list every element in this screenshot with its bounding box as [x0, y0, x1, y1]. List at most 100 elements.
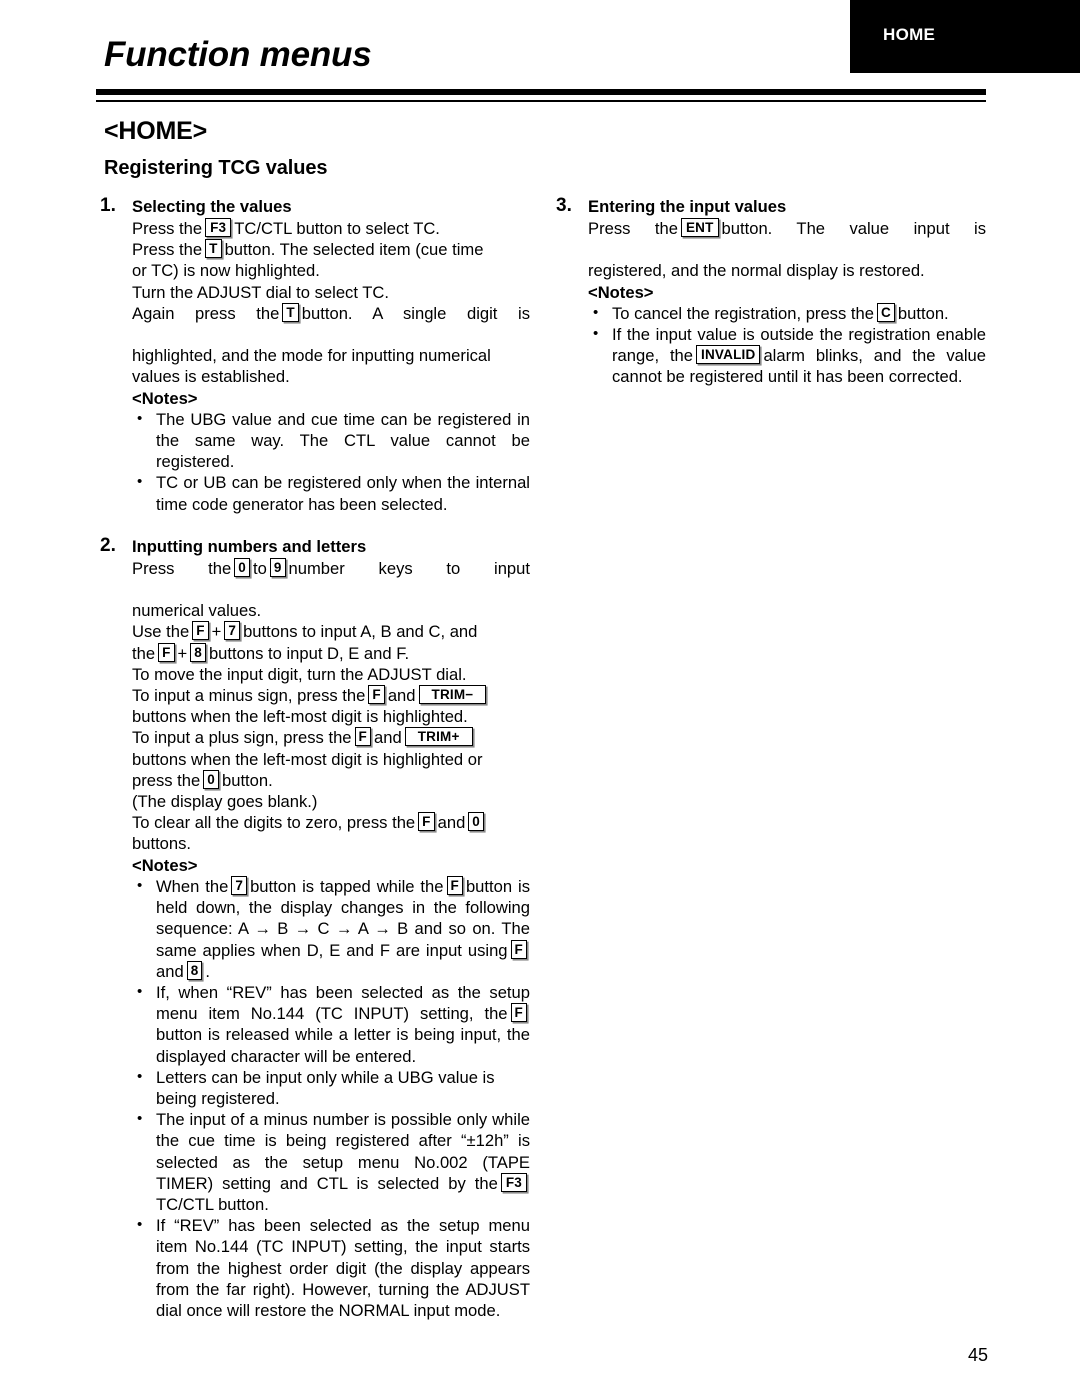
text-fragment: +	[177, 643, 188, 663]
step-1-line-7: values is established.	[132, 367, 290, 387]
page-title: Function menus	[104, 35, 372, 74]
step-2-line-3: Use the F +7 buttons to input A, B and C, a…	[132, 621, 530, 642]
step-2-line-7: buttons when the left-most digit is high…	[132, 707, 468, 727]
step-2-line-5: To move the input digit, turn the ADJUST…	[132, 664, 467, 684]
text-fragment: To clear all the digits to zero, press t…	[132, 813, 416, 833]
key-f: F	[510, 1003, 527, 1023]
bullet-icon: •	[593, 325, 599, 343]
step-1-line-4: Turn the ADJUST dial to select TC.	[132, 282, 389, 302]
text-fragment: button. The selected item (cue time	[224, 240, 484, 260]
note-text: and	[156, 961, 184, 981]
note-text: TC or UB can be registered only when the…	[156, 473, 530, 514]
note-item: • The UBG value and cue time can be regis…	[132, 409, 530, 473]
step-2-line-2: numerical values.	[132, 601, 262, 621]
header-rule-thick	[96, 89, 986, 95]
key-t: T	[205, 239, 222, 259]
note-item: • TC or UB can be registered only when th…	[132, 472, 530, 514]
step-2: 2. Inputting numbers and letters Press t…	[100, 534, 530, 1321]
step-1: 1. Selecting the values Press the F3 TC/CT…	[100, 195, 530, 515]
step-1-heading-text: Selecting the values	[132, 197, 292, 216]
note-item: • The input of a minus number is possible…	[132, 1109, 530, 1215]
bullet-icon: •	[137, 982, 143, 1000]
note-item: • When the 7 button is tapped while the Fbut…	[132, 875, 530, 982]
note-item: • If, when “REV” has been selected as the…	[132, 982, 530, 1067]
text-fragment: buttons to input A, B and C, and	[243, 622, 478, 642]
bullet-icon: •	[137, 409, 143, 427]
step-2-line-1: Press the 0 to 9 number keys to input	[132, 557, 530, 600]
step-2-line-11: (The display goes blank.)	[132, 792, 318, 812]
step-1-line-6: highlighted, and the mode for inputting …	[132, 346, 491, 366]
text-fragment: Press the	[132, 558, 232, 578]
bullet-icon: •	[137, 473, 143, 491]
bullet-icon: •	[593, 303, 599, 321]
key-ent: ENT	[680, 218, 719, 237]
bullet-icon: •	[137, 876, 143, 894]
step-1-number: 1.	[100, 195, 116, 216]
header-rule-thin	[96, 100, 986, 102]
step-2-notes: • When the 7 button is tapped while the Fbut…	[132, 875, 530, 1321]
key-8: 8	[186, 960, 203, 980]
note-text: button is released while a letter is bei…	[156, 1025, 530, 1066]
text-fragment: button. The value input is	[721, 219, 986, 238]
note-text: .	[205, 961, 211, 981]
key-f3: F3	[500, 1172, 527, 1192]
section-subtitle: Registering TCG values	[104, 157, 328, 179]
step-2-line-8: To input a plus sign, press the Fand TRIM+	[132, 727, 530, 748]
step-2-heading-text: Inputting numbers and letters	[132, 536, 367, 556]
key-f: F	[192, 621, 209, 641]
home-section-tab-label: HOME	[883, 25, 936, 44]
step-1-line-5: Again press the Tbutton. A single digit i…	[132, 302, 530, 345]
key-8: 8	[190, 642, 206, 662]
key-f: F	[368, 685, 385, 705]
key-f: F	[418, 812, 435, 832]
text-fragment: Press the	[588, 219, 678, 238]
text-fragment: Press the	[132, 219, 203, 238]
step-3-notes: • To cancel the registration, press the Cb…	[588, 302, 986, 388]
page-header: HOME Function menus	[0, 0, 1080, 102]
text-fragment: TC/CTL button to select TC.	[234, 219, 440, 238]
key-f3: F3	[205, 218, 232, 237]
text-fragment: and	[387, 686, 416, 706]
step-3-heading: 3. Entering the input values	[556, 195, 986, 218]
key-7: 7	[231, 875, 248, 895]
home-section-tab: HOME	[850, 0, 1080, 73]
step-2-line-4: the F +8 buttons to input D, E and F.	[132, 642, 530, 664]
note-text: The input of a minus number is possible …	[156, 1110, 530, 1193]
bullet-icon: •	[137, 1216, 143, 1234]
step-2-number: 2.	[100, 534, 116, 556]
key-7: 7	[224, 621, 241, 641]
note-text: To cancel the registration, press the	[612, 303, 874, 323]
key-f: F	[354, 727, 371, 747]
key-0: 0	[203, 769, 219, 789]
step-1-line-2: Press the Tbutton. The selected item (cue…	[132, 239, 530, 260]
key-9: 9	[269, 557, 286, 577]
note-item: • If the input value is outside the regis…	[588, 324, 986, 388]
text-fragment: Use the	[132, 622, 190, 642]
step-3-number: 3.	[556, 195, 572, 216]
notes-label: <Notes>	[588, 282, 654, 302]
key-f: F	[510, 939, 527, 959]
bullet-icon: •	[137, 1110, 143, 1128]
notes-label: <Notes>	[132, 855, 198, 875]
step-1-notes: • The UBG value and cue time can be regis…	[132, 409, 530, 515]
text-fragment: Again press the	[132, 303, 280, 323]
step-2-line-6: To input a minus sign, press the Fand TRIM…	[132, 685, 530, 706]
text-fragment: Press the	[132, 240, 203, 260]
note-text: If “REV” has been selected as the setup …	[156, 1216, 530, 1320]
key-t: T	[282, 302, 299, 322]
page-number: 45	[967, 1345, 988, 1365]
text-fragment: To input a plus sign, press the	[132, 728, 352, 748]
note-text: If, when “REV” has been selected as the …	[156, 982, 530, 1024]
note-item: • To cancel the registration, press the Cb…	[588, 302, 986, 324]
notes-label: <Notes>	[132, 388, 198, 408]
key-f: F	[158, 642, 175, 662]
step-2-line-10: press the 0 button.	[132, 769, 530, 791]
note-item: • Letters can be input only while a UBG v…	[132, 1067, 530, 1109]
note-text: When the	[156, 876, 229, 896]
step-2-heading: 2. Inputting numbers and letters	[100, 534, 530, 558]
step-1-line-1: Press the F3 TC/CTL button to select TC.	[132, 218, 530, 239]
step-3-line-1: Press the ENT button. The value input is	[588, 218, 986, 260]
text-fragment: to	[252, 558, 267, 578]
note-text: button.	[897, 303, 949, 323]
